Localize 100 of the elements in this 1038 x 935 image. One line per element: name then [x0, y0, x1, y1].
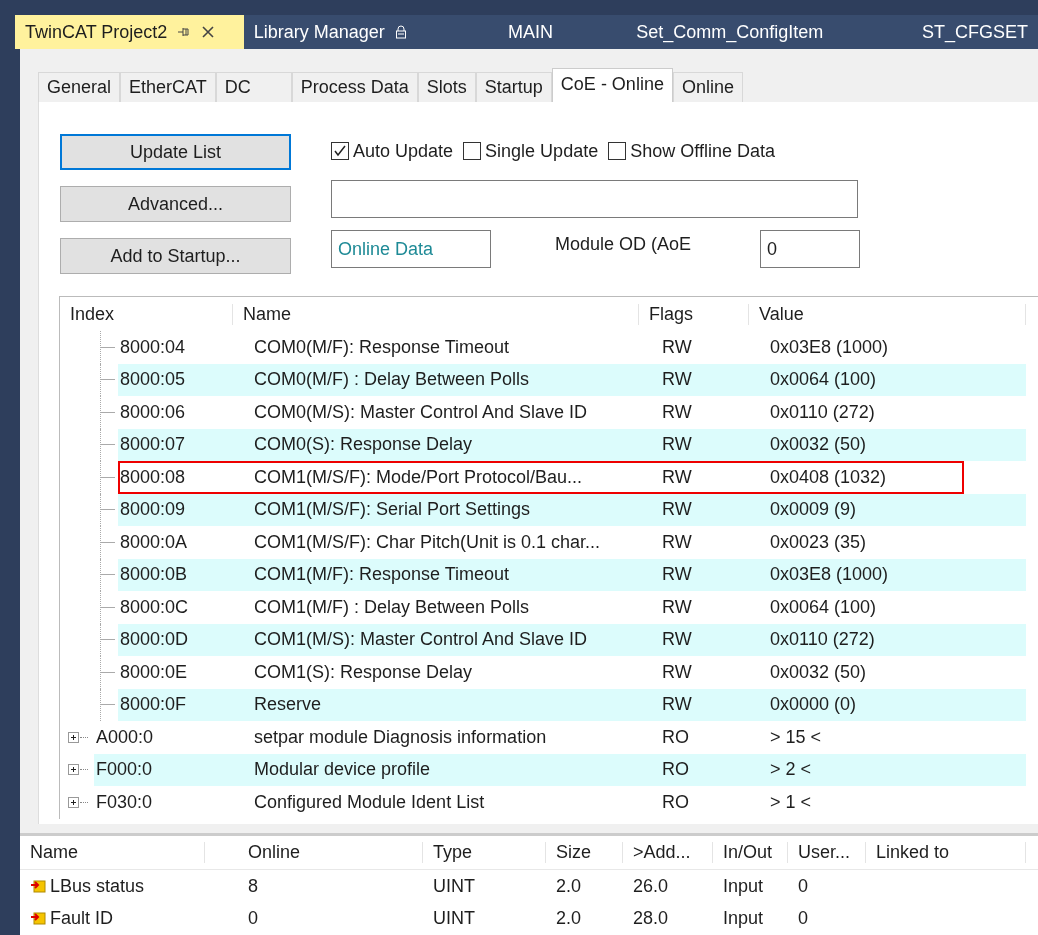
table-cell: 2.0	[556, 875, 582, 896]
index-cell-text: 8000:09	[119, 499, 187, 521]
value-cell-text: 0x03E8 (1000)	[769, 336, 889, 358]
tree-line	[80, 801, 88, 803]
document-tab[interactable]: Set_Comm_ConfigItem	[626, 15, 912, 49]
tab[interactable]: CoE - Online	[551, 68, 673, 102]
table-cell: UINT	[433, 907, 475, 928]
value-cell-text: 0x0032 (50)	[769, 434, 867, 456]
table-row[interactable]: 8000:04 COM0(M/F): Response Timeout RW 0x03E8 (1000)	[118, 331, 1026, 364]
name-cell-text: COM1(M/S/F): Char Pitch(Unit is 0.1 char...	[253, 531, 602, 553]
checkbox-label: Show Offline Data	[630, 140, 775, 162]
document-tab[interactable]: TwinCAT Project2	[15, 15, 244, 49]
expand-icon[interactable]	[67, 795, 80, 809]
table-cell: 26.0	[633, 875, 669, 896]
table-row[interactable]: 8000:07 COM0(S): Response Delay RW 0x0032 (50)	[118, 428, 1026, 461]
index-cell-text: 8000:07	[119, 434, 187, 456]
column-header[interactable]: >Add...	[623, 842, 713, 863]
table-cell: 28.0	[633, 907, 669, 928]
column-header[interactable]: User...	[788, 842, 866, 863]
document-tab[interactable]: MAIN	[497, 15, 627, 49]
table-row[interactable]: 8000:0C COM1(M/F) : Delay Between Polls RW 0x0064 (100)	[118, 591, 1026, 624]
index-cell-text: 8000:08	[119, 466, 187, 488]
value-cell-text: 0x03E8 (1000)	[769, 564, 889, 586]
name-cell-text: COM0(M/F): Response Timeout	[253, 336, 511, 358]
column-header[interactable]: Flags	[638, 303, 748, 325]
module-od-label: Module OD (AoE	[555, 233, 693, 255]
table-cell: Input	[723, 907, 764, 928]
action-button[interactable]: Advanced...	[60, 186, 291, 222]
table-row[interactable]: 8000:05 COM0(M/F) : Delay Between Polls RW 0x0064 (100)	[118, 363, 1026, 396]
close-icon[interactable]	[201, 25, 216, 39]
data-source-field[interactable]: Online Data	[331, 230, 491, 268]
value-cell-text: > 2 <	[769, 759, 812, 781]
flags-cell-text: RW	[661, 434, 693, 456]
name-cell-text: Reserve	[253, 694, 323, 716]
tab[interactable]: DC	[215, 72, 292, 102]
document-tab[interactable]: Library Manager	[243, 15, 498, 49]
pin-icon[interactable]	[177, 26, 192, 38]
highlighted-row[interactable]: 8000:08 COM1(M/S/F): Mode/Port Protocol/Bau... RW 0x0408 (1032)	[118, 461, 964, 494]
column-header[interactable]: Name	[20, 842, 205, 863]
module-od-field[interactable]: 0	[760, 230, 860, 268]
input-variable-icon	[30, 911, 46, 925]
table-cell: 0	[798, 875, 808, 896]
column-header[interactable]: Index	[60, 303, 232, 325]
index-cell-text: A000:0	[95, 726, 155, 748]
column-header[interactable]: Type	[423, 842, 546, 863]
value-cell-text: 0x0032 (50)	[769, 661, 867, 683]
table-row[interactable]: 8000:0E COM1(S): Response Delay RW 0x0032 (50)	[118, 656, 1026, 689]
action-button[interactable]: Update List	[60, 134, 291, 170]
action-button[interactable]: Add to Startup...	[60, 238, 291, 274]
tab[interactable]: Startup	[475, 72, 552, 102]
column-header[interactable]: Name	[232, 303, 638, 325]
table-cell: 0	[798, 907, 808, 928]
document-tab[interactable]: ST_CFGSET	[912, 15, 1038, 49]
input-field[interactable]	[331, 180, 858, 218]
flags-cell-text: RW	[661, 564, 693, 586]
expand-icon[interactable]	[67, 730, 80, 744]
table-row[interactable]: 8000:0F Reserve RW 0x0000 (0)	[118, 688, 1026, 721]
tab[interactable]: EtherCAT	[120, 72, 216, 102]
flags-cell-text: RW	[661, 401, 693, 423]
table-row[interactable]: 8000:0D COM1(M/S): Master Control And Slave ID RW 0x0110 (272)	[118, 623, 1026, 656]
tab[interactable]: General	[38, 72, 121, 102]
table-row[interactable]: 8000:09 COM1(M/S/F): Serial Port Settings RW 0x0009 (9)	[118, 493, 1026, 526]
flags-cell-text: RW	[661, 369, 693, 391]
name-cell-text: setpar module Diagnosis information	[253, 726, 548, 748]
tree-line	[80, 769, 88, 771]
variable-name: LBus status	[50, 875, 145, 897]
flags-cell-text: RW	[661, 694, 693, 716]
checkbox[interactable]	[331, 142, 349, 160]
column-header[interactable]: Value	[748, 303, 1026, 325]
flags-cell-text: RO	[661, 726, 690, 748]
tab[interactable]: Process Data	[291, 72, 418, 102]
column-header[interactable]: Online	[238, 842, 423, 863]
table-row[interactable]: F000:0 Modular device profile RO > 2 <	[94, 753, 1026, 786]
name-cell-text: COM1(M/S): Master Control And Slave ID	[253, 629, 589, 651]
checkbox[interactable]	[463, 142, 482, 160]
name-cell-text: COM1(M/F): Response Timeout	[253, 564, 511, 586]
flags-cell-text: RW	[661, 466, 693, 488]
value-cell-text: 0x0009 (9)	[769, 499, 857, 521]
variable-name: Fault ID	[50, 907, 114, 929]
flags-cell-text: RW	[661, 499, 693, 521]
flags-cell-text: RW	[661, 596, 693, 618]
table-cell: 2.0	[556, 907, 582, 928]
table-row[interactable]: 8000:0A COM1(M/S/F): Char Pitch(Unit is 0.1 char... RW 0x0023 (35)	[118, 526, 1026, 559]
index-cell-text: 8000:0E	[119, 661, 189, 683]
index-cell-text: F000:0	[95, 759, 154, 781]
value-cell-text: 0x0023 (35)	[769, 531, 867, 553]
index-cell-text: 8000:0A	[119, 531, 189, 553]
index-cell-text: F030:0	[95, 791, 154, 813]
table-row[interactable]: 8000:0B COM1(M/F): Response Timeout RW 0x03E8 (1000)	[118, 558, 1026, 591]
checkbox-label: Single Update	[485, 140, 599, 162]
checkbox[interactable]	[608, 142, 627, 160]
table-row[interactable]: 8000:06 COM0(M/S): Master Control And Slave ID RW 0x0110 (272)	[118, 396, 1026, 429]
table-row[interactable]: F030:0 Configured Module Ident List RO > 1 <	[94, 786, 1026, 819]
tab[interactable]: Slots	[417, 72, 476, 102]
column-header[interactable]: Size	[546, 842, 623, 863]
expand-icon[interactable]	[67, 763, 80, 777]
column-header[interactable]: Linked to	[866, 842, 1026, 863]
tab[interactable]: Online	[672, 72, 743, 102]
table-row[interactable]: A000:0 setpar module Diagnosis information RO > 15 <	[94, 721, 1026, 754]
column-header[interactable]: In/Out	[713, 842, 788, 863]
